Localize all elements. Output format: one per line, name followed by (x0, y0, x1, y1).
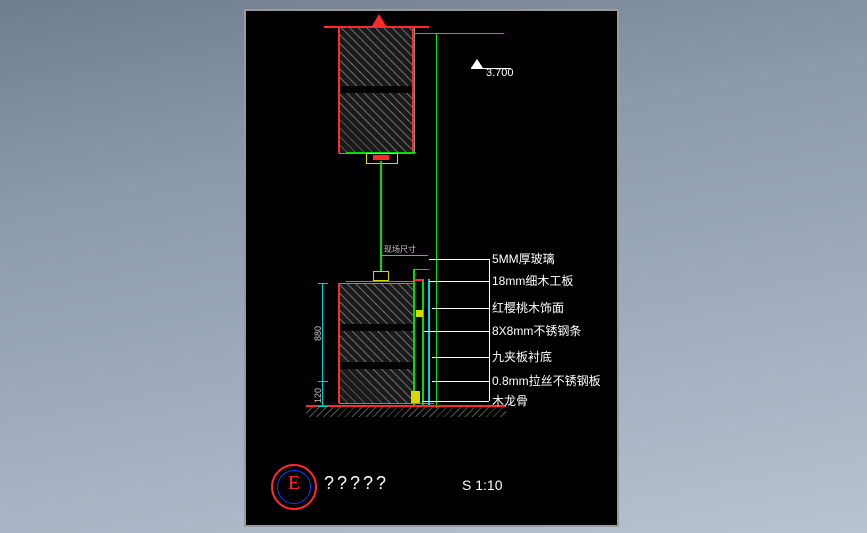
wall-top-right (412, 27, 414, 153)
floor-trim (346, 403, 434, 404)
insitu-label: 现场尺寸 (384, 244, 416, 255)
elev-line-h (414, 33, 504, 34)
elev-line-v (436, 33, 437, 408)
ground-hatch (306, 407, 506, 417)
layer-green-a (413, 269, 415, 405)
wall-bot (339, 283, 415, 404)
trim2 (346, 281, 414, 282)
detail-letter: E (273, 473, 315, 493)
a-ss08: 0.8mm拉丝不锈钢板 (492, 372, 601, 389)
detail-symbol: E (271, 464, 317, 510)
elev-triangle (471, 59, 483, 68)
dim-880: 880 (313, 326, 323, 341)
a-nine: 九夹板衬底 (492, 348, 552, 365)
dim-t1 (318, 283, 328, 284)
detail-scale: S 1:10 (462, 477, 502, 493)
a-keel: 木龙骨 (492, 392, 528, 409)
drawing-sheet: 3.700 现场尺寸 (244, 9, 619, 527)
wall-top (339, 27, 415, 154)
dim-120: 120 (313, 388, 323, 403)
a-cherry: 红樱桃木饰面 (492, 299, 564, 316)
top-cut (324, 26, 429, 28)
dim-t2 (318, 381, 328, 382)
keel-block (411, 391, 420, 403)
ss-channel-bot (373, 271, 389, 281)
section-arrow-top (372, 14, 386, 26)
leader-spine (489, 259, 490, 401)
cap-top (413, 269, 429, 270)
layer-cyan (428, 279, 430, 406)
layer-red-h (414, 279, 423, 281)
detail-title: ????? (324, 473, 389, 494)
a-ss8x8: 8X8mm不锈钢条 (492, 322, 581, 339)
dim-t3 (318, 406, 328, 407)
layer-green-b (422, 279, 424, 405)
a-glass: 5MM厚玻璃 (492, 250, 555, 267)
a-ply18: 18mm细木工板 (492, 272, 573, 289)
ss-strip (416, 310, 423, 317)
ss-channel-top-f (373, 155, 389, 160)
wall-bot-l (338, 283, 340, 403)
wall-top-edge (338, 27, 340, 153)
elev-value: 3.700 (486, 67, 514, 79)
insitu-dim (382, 255, 428, 256)
